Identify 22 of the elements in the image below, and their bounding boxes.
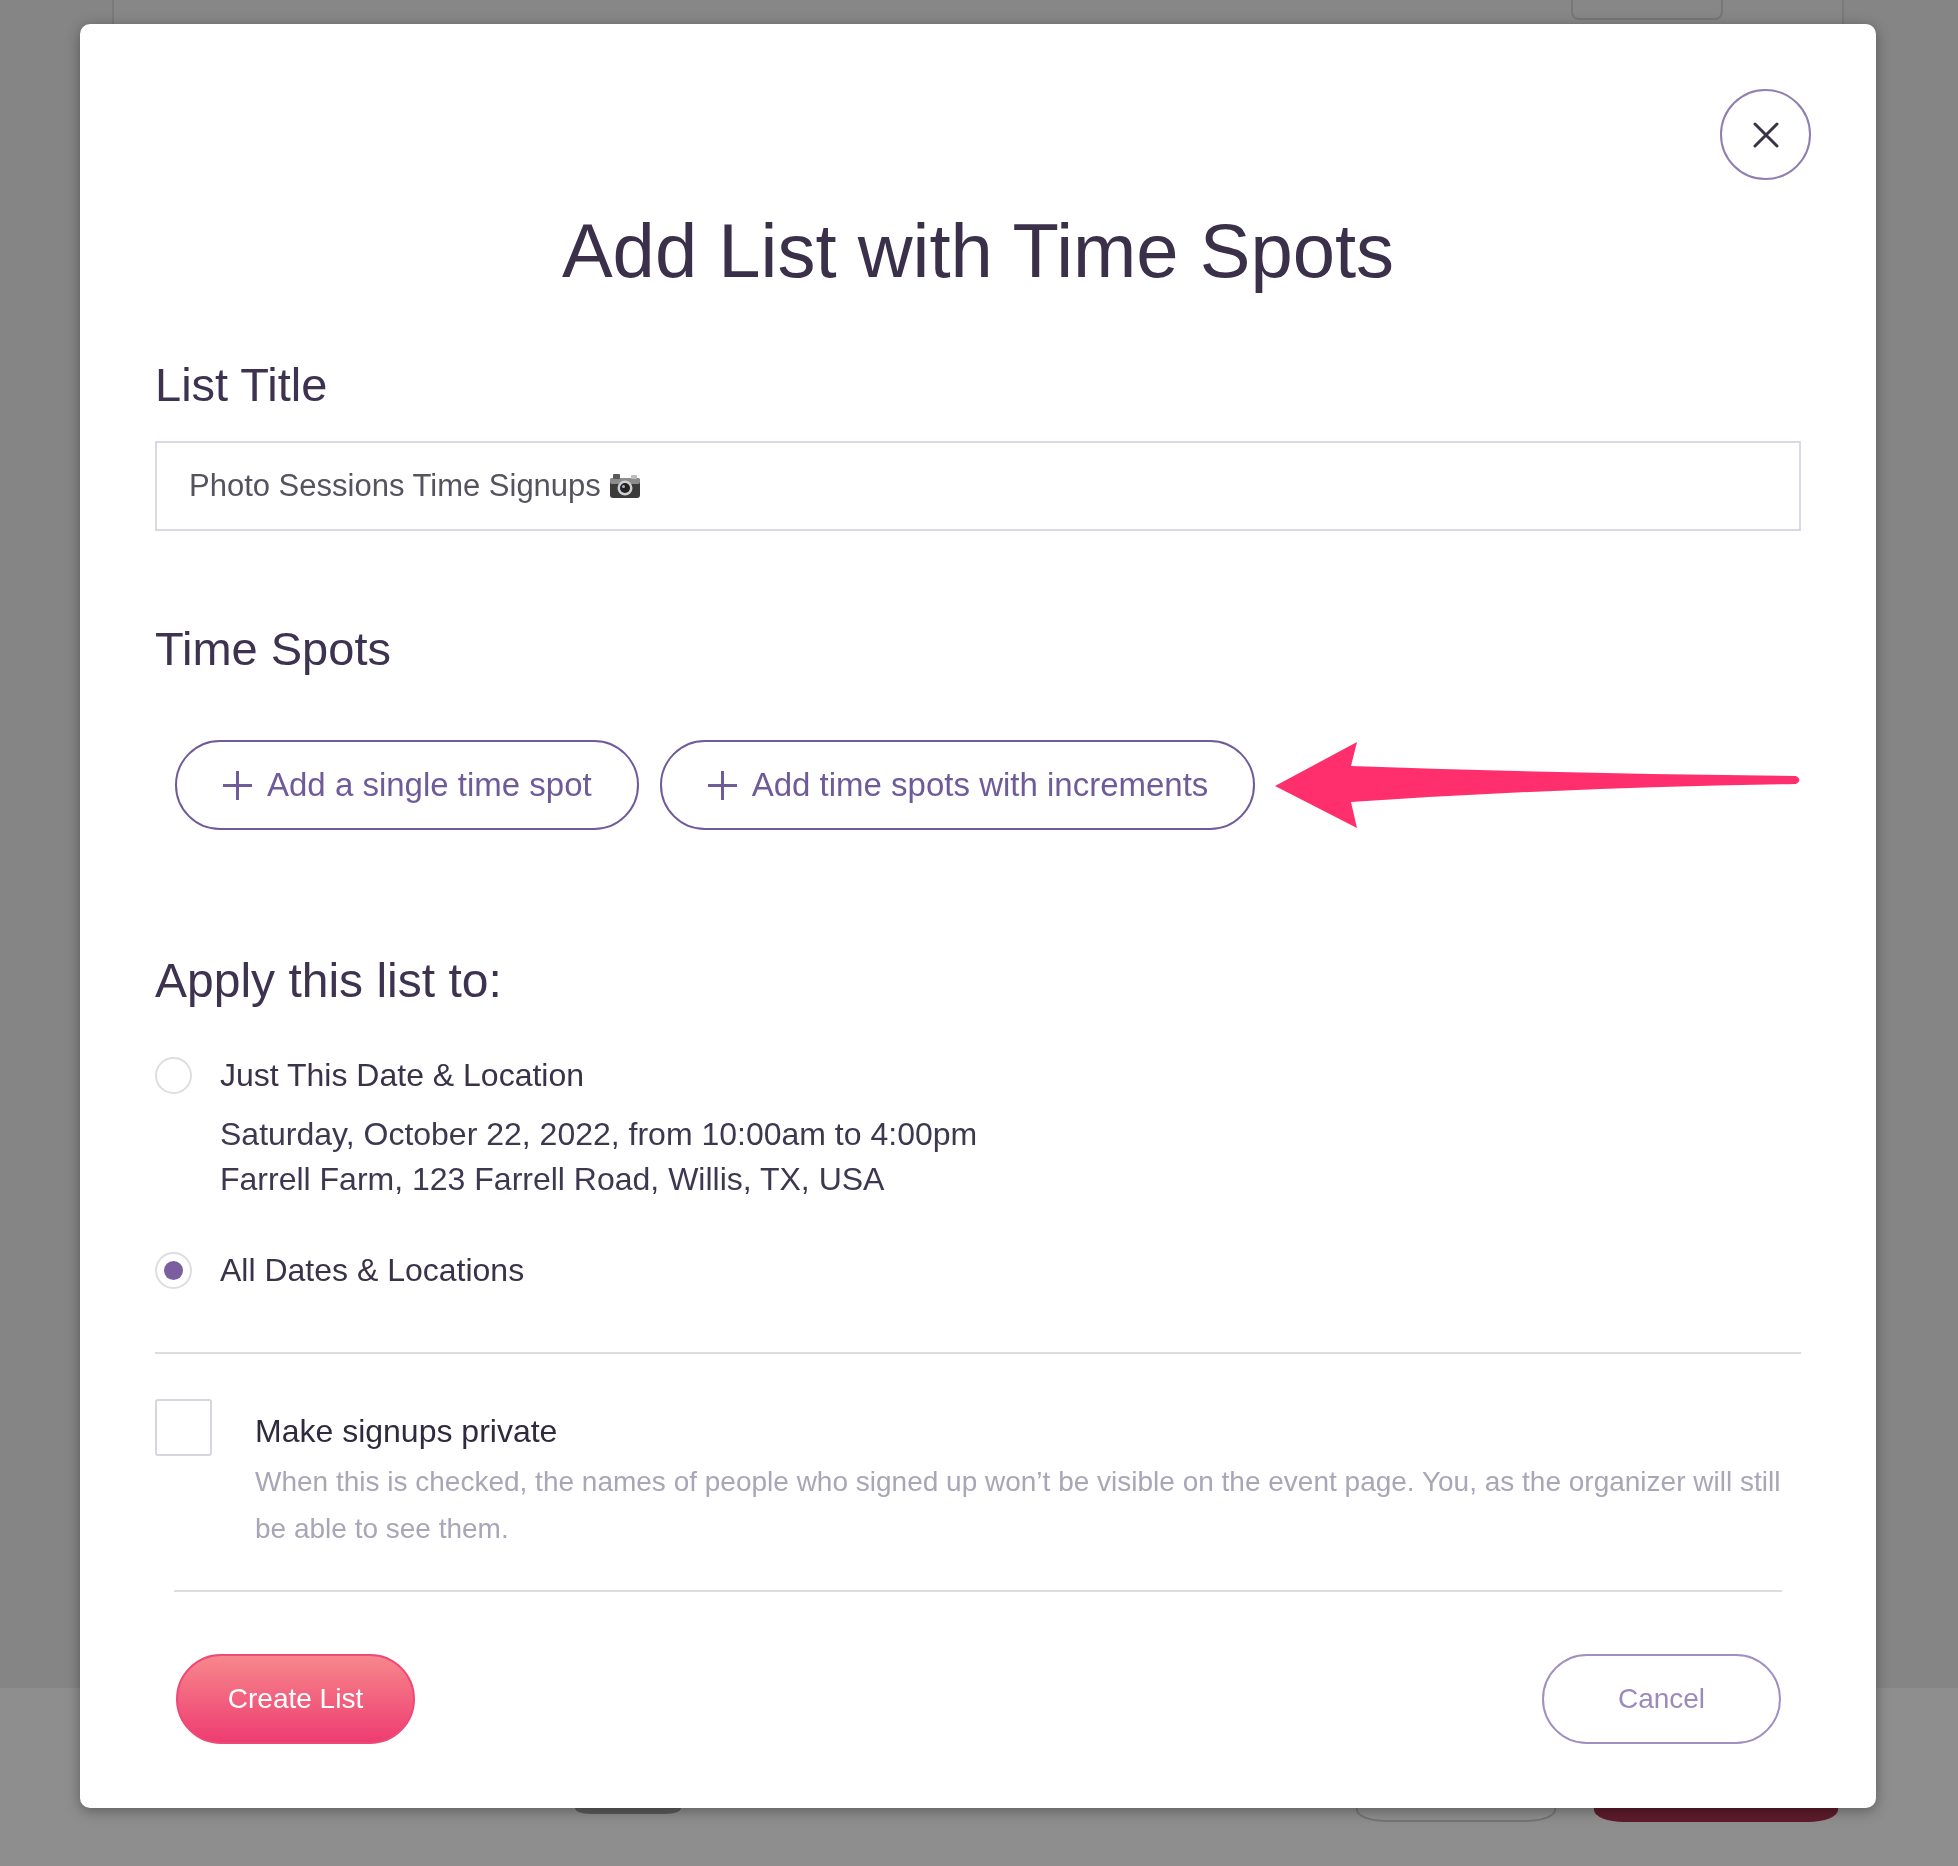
create-button[interactable]: Create List <box>176 1654 415 1744</box>
plus-icon <box>706 769 738 801</box>
list-title-field[interactable]: Photo Sessions Time Signups <box>155 441 1801 531</box>
dialog-title: Add List with Time Spots <box>560 207 1396 295</box>
help-text: When this is checked, the names of people who signed up won’t be visible on the event page. You, as the organizer will still be able to see them. <box>255 1465 1782 1546</box>
section-heading: Time Spots <box>155 621 392 677</box>
add-button[interactable]: Add a single time spot <box>175 740 639 830</box>
camera-icon <box>608 473 641 499</box>
checkbox-label: Make signups private <box>255 1412 559 1451</box>
option-detail-text: Saturday, October 22, 2022, from 10:00am to 4:00pm <box>220 1115 979 1154</box>
option-detail-text: Farrell Farm, 123 Farrell Road, Willis, TX, USA <box>220 1160 886 1199</box>
option-label: Just This Date & Location <box>220 1056 585 1095</box>
checkbox[interactable] <box>155 1399 212 1456</box>
radio-button[interactable] <box>155 1056 192 1094</box>
option-label: All Dates & Locations <box>220 1251 525 1290</box>
field-label: List Title <box>155 357 329 413</box>
radio-button[interactable] <box>155 1251 192 1289</box>
close-icon <box>1752 121 1779 148</box>
section-heading: Apply this list to: <box>155 953 503 1009</box>
plus-icon <box>222 769 253 801</box>
cancel-button[interactable]: Cancel <box>1542 1654 1781 1744</box>
add-button[interactable]: Add time spots with increments <box>659 740 1256 830</box>
